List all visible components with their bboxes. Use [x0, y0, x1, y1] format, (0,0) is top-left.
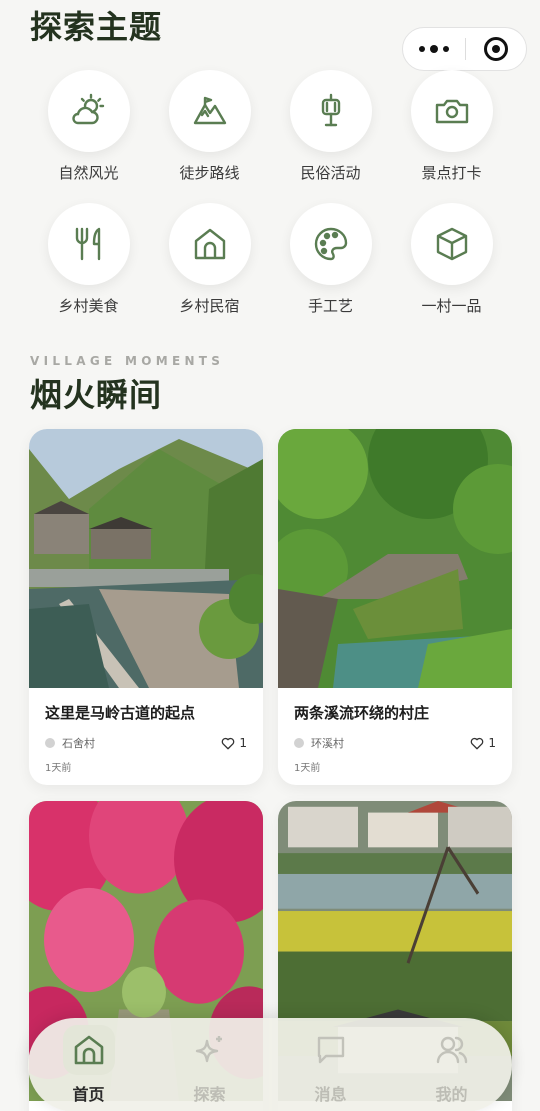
moment-card[interactable]: 这里是马岭古道的起点 石舍村 1 1天前	[29, 429, 263, 785]
category-circle[interactable]	[289, 203, 372, 285]
sun-cloud-icon	[71, 93, 104, 125]
category-circle[interactable]	[47, 70, 130, 152]
fork-knife-icon	[75, 227, 100, 261]
category-grid: 自然风光 徒步路线 民俗活动 景点打卡 乡村美食 乡村民宿 手工艺 一村一品	[28, 70, 512, 316]
category-label: 乡村美食	[58, 297, 119, 315]
post-time: 1天前	[45, 763, 72, 774]
like-count: 1	[488, 736, 496, 750]
category-circle[interactable]	[410, 70, 493, 152]
category-label: 景点打卡	[421, 164, 482, 182]
category-hiking[interactable]: 徒步路线	[149, 70, 270, 183]
category-nature[interactable]: 自然风光	[28, 70, 149, 183]
camera-icon	[435, 99, 468, 124]
page-title: 探索主题	[30, 8, 163, 46]
record-icon[interactable]	[466, 28, 526, 70]
category-circle[interactable]	[47, 203, 130, 285]
bottom-tab-bar: 首页 探索 消息 我的	[28, 1018, 512, 1111]
cube-icon	[436, 227, 467, 261]
card-title: 两条溪流环绕的村庄	[294, 704, 430, 722]
section-title: 烟火瞬间	[30, 376, 163, 414]
mini-program-capsule	[402, 27, 527, 71]
section-subtitle: VILLAGE MOMENTS	[30, 354, 225, 368]
category-label: 乡村民宿	[179, 297, 240, 315]
category-food[interactable]: 乡村美食	[28, 203, 149, 316]
category-label: 民俗活动	[300, 164, 361, 182]
house-icon	[194, 228, 225, 260]
heart-icon	[222, 737, 235, 749]
sparkle-icon	[195, 1036, 222, 1063]
category-homestay[interactable]: 乡村民宿	[149, 203, 270, 316]
like-count: 1	[239, 736, 247, 750]
post-time: 1天前	[294, 763, 321, 774]
more-dots-icon[interactable]	[403, 28, 465, 70]
category-label: 一村一品	[421, 297, 482, 315]
village-avatar	[294, 738, 304, 748]
moment-card[interactable]: 两条溪流环绕的村庄 环溪村 1 1天前	[278, 429, 512, 785]
category-specialty[interactable]: 一村一品	[391, 203, 512, 316]
category-circle[interactable]	[168, 203, 251, 285]
category-circle[interactable]	[289, 70, 372, 152]
chat-bubble-icon	[317, 1036, 344, 1064]
category-circle[interactable]	[168, 70, 251, 152]
card-photo-stream-weir	[278, 429, 512, 688]
village-avatar	[45, 738, 55, 748]
users-icon	[436, 1036, 467, 1064]
tab-label: 探索	[193, 1085, 226, 1104]
tab-label: 首页	[72, 1085, 105, 1104]
tab-label: 消息	[314, 1085, 347, 1104]
category-folk[interactable]: 民俗活动	[270, 70, 391, 183]
heart-icon	[471, 737, 484, 749]
village-name: 石舍村	[62, 737, 95, 750]
like-button[interactable]: 1	[470, 736, 496, 750]
like-button[interactable]: 1	[221, 736, 247, 750]
card-photo-village-river	[29, 429, 263, 688]
tab-home[interactable]: 首页	[44, 1025, 134, 1105]
lantern-icon	[321, 93, 340, 127]
category-craft[interactable]: 手工艺	[270, 203, 391, 316]
card-title: 这里是马岭古道的起点	[45, 704, 196, 722]
category-label: 手工艺	[307, 297, 353, 315]
tab-messages[interactable]: 消息	[286, 1025, 376, 1105]
mountain-icon	[193, 96, 226, 125]
tab-explore[interactable]: 探索	[165, 1025, 255, 1105]
home-icon	[74, 1035, 103, 1065]
category-circle[interactable]	[410, 203, 493, 285]
category-label: 徒步路线	[179, 164, 240, 182]
category-checkin[interactable]: 景点打卡	[391, 70, 512, 183]
category-label: 自然风光	[58, 164, 119, 182]
tab-profile[interactable]: 我的	[407, 1025, 497, 1105]
tab-label: 我的	[435, 1085, 468, 1104]
palette-icon	[314, 227, 347, 261]
village-name: 环溪村	[311, 737, 344, 750]
